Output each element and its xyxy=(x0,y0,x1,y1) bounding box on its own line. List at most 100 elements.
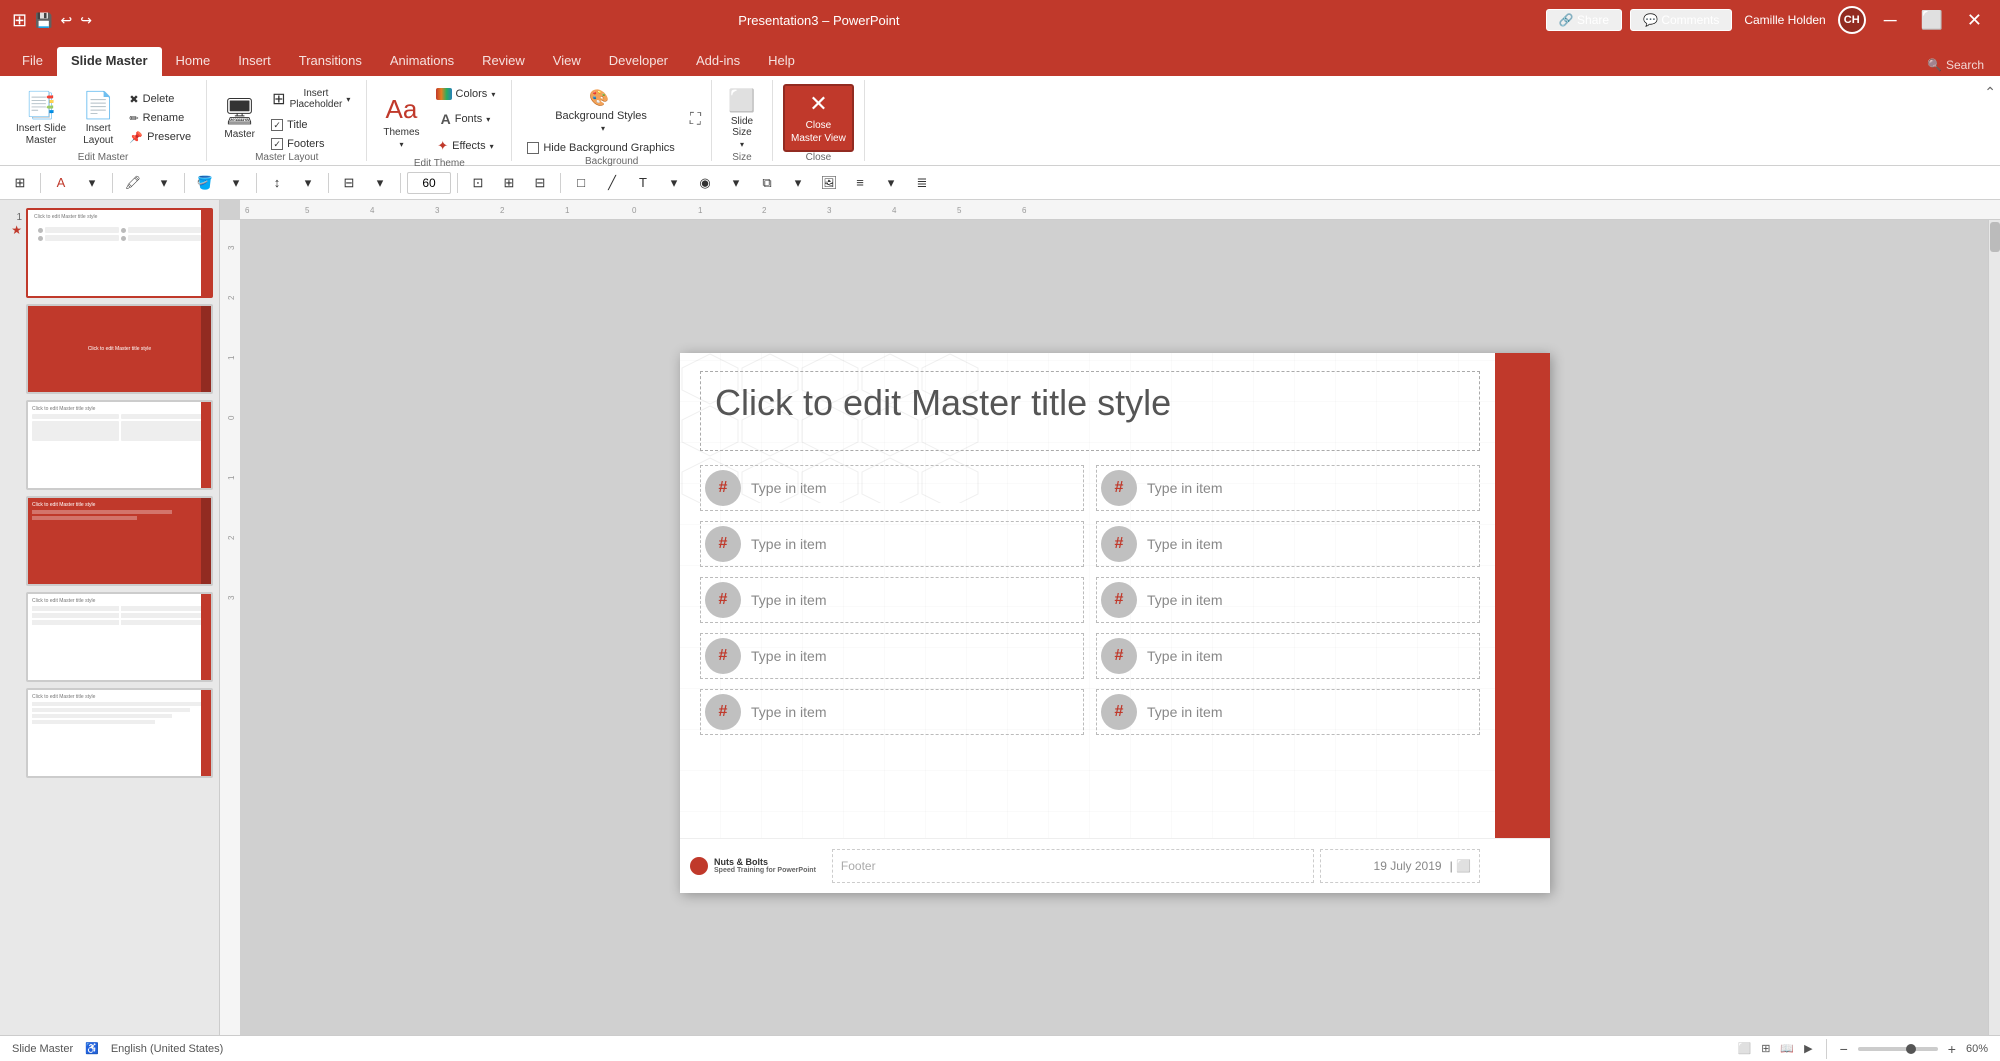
sort-arrow[interactable]: ▾ xyxy=(294,170,322,196)
arrange-button[interactable]: ⧉ xyxy=(753,170,781,196)
slide-thumb-img-3[interactable]: Click to edit Master title style xyxy=(26,400,213,490)
tab-developer[interactable]: Developer xyxy=(595,47,682,76)
align-left-button[interactable]: ⊡ xyxy=(464,170,492,196)
quick-access-undo[interactable]: ↩ xyxy=(61,12,73,29)
shapes-arrow[interactable]: ▾ xyxy=(660,170,688,196)
table-row[interactable]: # Type in item xyxy=(700,465,1084,511)
tab-animations[interactable]: Animations xyxy=(376,47,468,76)
more-button[interactable]: ≣ xyxy=(908,170,936,196)
shape-fill-arrow[interactable]: ▾ xyxy=(222,170,250,196)
reading-view-button[interactable]: 📖 xyxy=(1780,1042,1794,1055)
delete-button[interactable]: ✖ Delete xyxy=(124,91,196,108)
shape-effects-button[interactable]: ◉ xyxy=(691,170,719,196)
slide-thumb-2[interactable]: Click to edit Master title style xyxy=(6,304,213,394)
restore-button[interactable]: ⬜ xyxy=(1914,9,1948,31)
table-row[interactable]: # Type in item xyxy=(1096,465,1480,511)
tab-review[interactable]: Review xyxy=(468,47,539,76)
lines-button[interactable]: ╱ xyxy=(598,170,626,196)
font-color-button[interactable]: A xyxy=(47,170,75,196)
quick-access-save[interactable]: 💾 xyxy=(35,12,52,29)
vertical-scrollbar[interactable] xyxy=(1988,220,2000,1035)
share-button[interactable]: 🔗 Share xyxy=(1546,9,1622,31)
slide-thumb-img-2[interactable]: Click to edit Master title style xyxy=(26,304,213,394)
ribbon-collapse-button[interactable]: ⌃ xyxy=(1980,80,2000,161)
background-expand-icon[interactable]: ⛶ xyxy=(690,111,701,129)
accessibility-icon[interactable]: ♿ xyxy=(85,1042,99,1055)
align-objects-arrow[interactable]: ▾ xyxy=(877,170,905,196)
table-row[interactable]: # Type in item xyxy=(1096,521,1480,567)
sort-up-button[interactable]: ↕ xyxy=(263,170,291,196)
shape-fill-button[interactable]: 🪣 xyxy=(191,170,219,196)
arrange-arrow[interactable]: ▾ xyxy=(784,170,812,196)
minimize-button[interactable]: ─ xyxy=(1878,9,1903,31)
slide-thumb-img-5[interactable]: Click to edit Master title style xyxy=(26,592,213,682)
normal-view-button[interactable]: ⬜ xyxy=(1738,1042,1752,1055)
tab-file[interactable]: File xyxy=(8,47,57,76)
align-center-button[interactable]: ⊞ xyxy=(495,170,523,196)
zoom-slider[interactable] xyxy=(1858,1047,1938,1051)
preserve-button[interactable]: 📌 Preserve xyxy=(124,129,196,146)
rename-button[interactable]: ✏ Rename xyxy=(124,110,196,127)
themes-button[interactable]: Aa Themes ▾ xyxy=(377,87,425,155)
highlight-arrow[interactable]: ▾ xyxy=(150,170,178,196)
insert-slide-master-button[interactable]: 📑 Insert SlideMaster xyxy=(10,84,72,152)
background-styles-button[interactable]: 🎨 Background Styles ▾ xyxy=(522,84,679,137)
text-box-button[interactable]: T xyxy=(629,170,657,196)
zoom-out-icon[interactable]: − xyxy=(1840,1041,1848,1057)
hide-background-button[interactable]: Hide Background Graphics xyxy=(522,140,679,156)
align-objects-button[interactable]: ≡ xyxy=(846,170,874,196)
layout-grid-button[interactable]: ⊟ xyxy=(335,170,363,196)
layout-selector[interactable]: ⊞ xyxy=(6,170,34,196)
table-row[interactable]: # Type in item xyxy=(700,521,1084,567)
font-color-arrow[interactable]: ▾ xyxy=(78,170,106,196)
slide-thumb-5[interactable]: Click to edit Master title style xyxy=(6,592,213,682)
user-avatar[interactable]: CH xyxy=(1838,6,1866,34)
table-row[interactable]: # Type in item xyxy=(700,633,1084,679)
layout-grid-arrow[interactable]: ▾ xyxy=(366,170,394,196)
insert-layout-button[interactable]: 📄 InsertLayout xyxy=(76,84,120,152)
table-row[interactable]: # Type in item xyxy=(1096,577,1480,623)
slide-thumb-img-4[interactable]: Click to edit Master title style xyxy=(26,496,213,586)
tab-home[interactable]: Home xyxy=(162,47,225,76)
fonts-button[interactable]: A Fonts ▾ xyxy=(430,107,502,131)
table-row[interactable]: # Type in item xyxy=(1096,689,1480,735)
zoom-in-icon[interactable]: + xyxy=(1948,1041,1956,1057)
effects-button[interactable]: ✦ Effects ▾ xyxy=(430,134,502,158)
align-right-button[interactable]: ⊟ xyxy=(526,170,554,196)
close-button[interactable]: ✕ xyxy=(1961,9,1988,31)
comments-button[interactable]: 💬 Comments xyxy=(1630,9,1732,31)
tab-insert[interactable]: Insert xyxy=(224,47,285,76)
tab-view[interactable]: View xyxy=(539,47,595,76)
tab-help[interactable]: Help xyxy=(754,47,809,76)
footer-date-field[interactable]: 19 July 2019 | ⬜ xyxy=(1320,849,1480,883)
insert-placeholder-button[interactable]: ⊞ InsertPlaceholder ▾ xyxy=(266,84,356,114)
table-row[interactable]: # Type in item xyxy=(1096,633,1480,679)
close-master-view-button[interactable]: ✕ CloseMaster View xyxy=(783,84,854,152)
table-row[interactable]: # Type in item xyxy=(700,577,1084,623)
title-checkbox[interactable]: Title xyxy=(266,117,356,133)
slideshow-button[interactable]: ▶ xyxy=(1804,1042,1812,1055)
quick-access-redo[interactable]: ↪ xyxy=(80,12,92,29)
zoom-input[interactable]: 60 xyxy=(407,172,451,194)
slide-canvas[interactable]: Click to edit Master title style # Type … xyxy=(680,353,1550,893)
slide-sorter-button[interactable]: ⊞ xyxy=(1761,1042,1770,1055)
slide-thumb-1[interactable]: 1 ★ Click to edit Master title style xyxy=(6,208,213,298)
tab-slide-master[interactable]: Slide Master xyxy=(57,47,162,76)
slide-thumb-4[interactable]: Click to edit Master title style xyxy=(6,496,213,586)
tab-add-ins[interactable]: Add-ins xyxy=(682,47,754,76)
highlight-button[interactable]: 🖍 xyxy=(119,170,147,196)
footer-center-field[interactable]: Footer xyxy=(832,849,1314,883)
scrollbar-thumb[interactable] xyxy=(1990,222,2000,252)
colors-button[interactable]: Colors ▾ xyxy=(430,84,502,104)
slide-thumb-img-1[interactable]: Click to edit Master title style xyxy=(26,208,213,298)
shapes-button[interactable]: □ xyxy=(567,170,595,196)
table-row[interactable]: # Type in item xyxy=(700,689,1084,735)
master-button[interactable]: 🖥 Master xyxy=(217,84,262,152)
image-button[interactable]: 🖼 xyxy=(815,170,843,196)
footers-checkbox[interactable]: Footers xyxy=(266,136,356,152)
tab-transitions[interactable]: Transitions xyxy=(285,47,376,76)
slide-thumb-3[interactable]: Click to edit Master title style xyxy=(6,400,213,490)
slide-size-button[interactable]: ⬜ SlideSize ▾ xyxy=(722,84,762,152)
shape-effects-arrow[interactable]: ▾ xyxy=(722,170,750,196)
slide-thumb-img-6[interactable]: Click to edit Master title style xyxy=(26,688,213,778)
